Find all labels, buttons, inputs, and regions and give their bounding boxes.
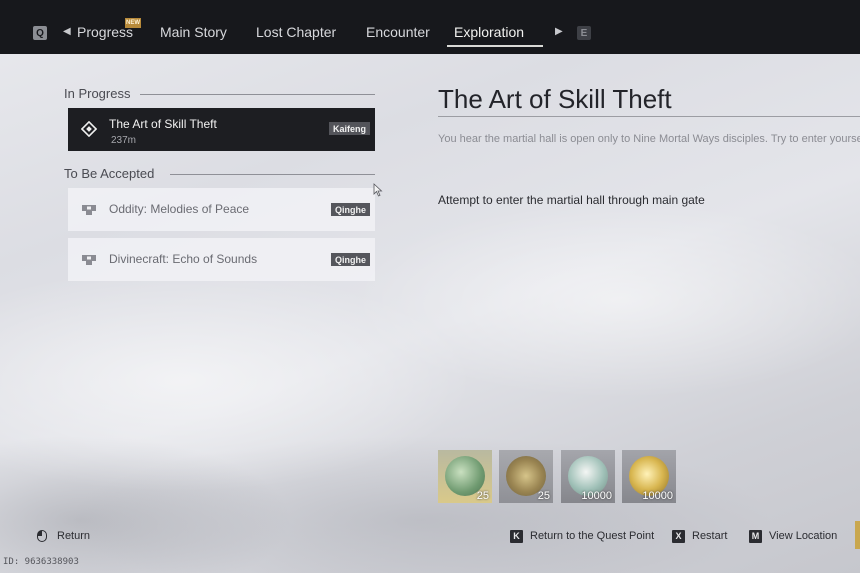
return-to-quest-point-button[interactable]: K Return to the Quest Point [510,528,654,544]
reward-count: 10000 [642,490,673,502]
chevron-left-icon[interactable]: ◀ [63,26,71,37]
reward-item[interactable]: 25 [499,450,553,503]
reward-item[interactable]: 25 [438,450,492,503]
quest-title: Divinecraft: Echo of Sounds [109,252,258,266]
title-divider [438,116,860,117]
quest-scroll-icon [82,255,96,265]
chevron-right-icon[interactable]: ▶ [555,26,563,37]
quest-diamond-icon [81,121,97,137]
reward-count: 10000 [581,490,612,502]
tab-exploration[interactable]: Exploration [454,24,524,44]
new-badge: NEW [125,18,141,28]
quest-card-art-of-skill-theft[interactable]: The Art of Skill Theft 237m Kaifeng [68,108,375,151]
hint-label: Restart [692,530,728,542]
top-nav-bar: Q ◀ Progress NEW Main Story Lost Chapter… [0,0,860,54]
to-be-accepted-heading: To Be Accepted [64,166,155,181]
quest-description: You hear the martial hall is open only t… [438,133,860,145]
hint-label: View Location [769,530,838,542]
location-badge: Kaifeng [328,122,370,135]
hint-label: Return to the Quest Point [530,530,655,542]
reward-count: 25 [537,490,550,502]
tab-lost-chapter[interactable]: Lost Chapter [256,24,336,44]
quest-title: The Art of Skill Theft [109,117,217,131]
view-location-button[interactable]: M View Location [749,528,837,544]
divider [170,174,375,175]
mouse-cursor-icon [373,183,383,197]
active-tab-indicator [447,45,543,47]
reward-item[interactable]: 10000 [561,450,615,503]
return-button[interactable]: Return [37,528,90,544]
quest-distance: 237m [111,135,137,146]
divider [140,94,375,95]
mouse-right-click-icon [37,530,47,542]
restart-button[interactable]: X Restart [672,528,727,544]
return-label: Return [57,530,91,542]
quest-detail-title: The Art of Skill Theft [438,84,672,114]
corner-accent [855,521,860,549]
user-id: ID: 9636338903 [3,557,79,567]
key-k-icon: K [510,529,523,543]
reward-item[interactable]: 10000 [622,450,676,503]
next-key-badge[interactable]: E [577,26,591,40]
in-progress-heading: In Progress [64,86,131,101]
reward-count: 25 [476,490,489,502]
location-badge: Qinghe [331,203,370,216]
quest-title: Oddity: Melodies of Peace [109,202,250,216]
tab-main-story[interactable]: Main Story [160,24,227,44]
quest-card-oddity-melodies[interactable]: Oddity: Melodies of Peace Qinghe [68,188,375,231]
quest-objective: Attempt to enter the martial hall throug… [438,193,705,207]
quest-card-divinecraft-echo[interactable]: Divinecraft: Echo of Sounds Qinghe [68,238,375,281]
key-x-icon: X [672,529,685,543]
tab-encounter[interactable]: Encounter [366,24,430,44]
location-badge: Qinghe [331,253,370,266]
prev-key-badge[interactable]: Q [33,26,47,40]
key-m-icon: M [749,529,762,543]
quest-scroll-icon [82,205,96,215]
